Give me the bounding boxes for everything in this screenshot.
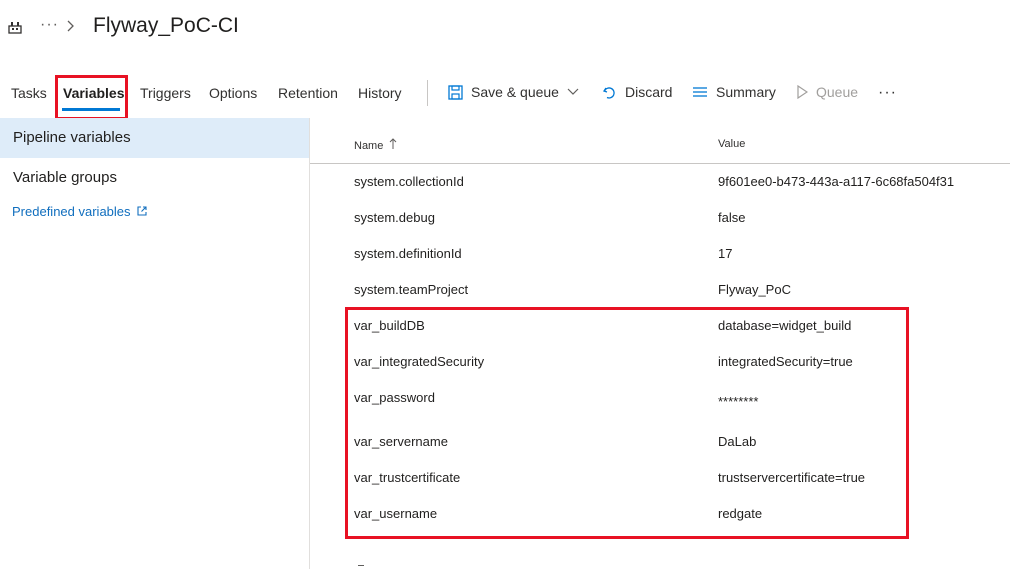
table-row[interactable]: var_username redgate: [310, 496, 1010, 532]
variable-value[interactable]: database=widget_build: [718, 318, 851, 333]
variable-value[interactable]: trustservercertificate=true: [718, 470, 865, 485]
variable-name[interactable]: system.definitionId: [354, 246, 462, 261]
variables-grid: Name Value system.collectionId 9f601ee0-…: [310, 118, 1010, 569]
table-row[interactable]: var_buildDB database=widget_build: [310, 308, 1010, 344]
variable-name[interactable]: var_buildDB: [354, 318, 425, 333]
queue-label: Queue: [816, 84, 859, 100]
chevron-down-icon[interactable]: [567, 88, 579, 96]
variable-name[interactable]: var_username: [354, 506, 437, 521]
variable-name[interactable]: var_servername: [354, 434, 448, 449]
breadcrumb-more-button[interactable]: ···: [40, 16, 59, 34]
variable-name[interactable]: system.teamProject: [354, 282, 468, 297]
tab-history[interactable]: History: [358, 85, 402, 101]
tab-tasks[interactable]: Tasks: [11, 85, 47, 101]
save-queue-label: Save & queue: [471, 84, 559, 100]
build-pipeline-icon: [8, 20, 22, 34]
table-row[interactable]: system.definitionId 17: [310, 236, 1010, 272]
variable-name[interactable]: system.debug: [354, 210, 435, 225]
save-icon: [448, 84, 463, 100]
variable-value[interactable]: Flyway_PoC: [718, 282, 791, 297]
variable-value[interactable]: redgate: [718, 506, 762, 521]
column-header-value[interactable]: Value: [718, 138, 745, 150]
predefined-variables-label: Predefined variables: [12, 204, 131, 219]
summary-label: Summary: [716, 84, 776, 100]
variable-value-secret[interactable]: ********: [718, 394, 758, 409]
column-value-label: Value: [718, 138, 746, 150]
grid-header: Name Value: [310, 118, 1010, 164]
nav-pipeline-variables[interactable]: Pipeline variables: [0, 118, 309, 158]
toolbar-divider: [427, 80, 428, 106]
page-title: Flyway_PoC-CI: [93, 14, 239, 37]
more-actions-icon[interactable]: ···: [878, 84, 897, 102]
save-queue-button[interactable]: Save & queue: [448, 84, 579, 100]
column-header-name[interactable]: Name: [354, 138, 397, 153]
toolbar: Tasks Variables Triggers Options Retenti…: [0, 72, 1010, 120]
variable-name[interactable]: var_password: [354, 390, 435, 405]
variable-name[interactable]: var_trustcertificate: [354, 470, 460, 485]
nav-variable-groups[interactable]: Variable groups: [0, 158, 309, 198]
undo-icon: [602, 85, 617, 100]
tab-options[interactable]: Options: [209, 85, 257, 101]
variable-name[interactable]: system.collectionId: [354, 174, 464, 189]
column-name-label: Name: [354, 139, 384, 152]
tab-triggers[interactable]: Triggers: [140, 85, 191, 101]
table-row[interactable]: var_servername DaLab: [310, 424, 1010, 460]
play-icon: [796, 85, 808, 99]
discard-button[interactable]: Discard: [602, 84, 672, 100]
chevron-right-icon: [66, 19, 76, 33]
table-row[interactable]: system.teamProject Flyway_PoC: [310, 272, 1010, 308]
header: ··· Flyway_PoC-CI: [0, 0, 1010, 60]
queue-button[interactable]: Queue: [796, 84, 858, 100]
discard-label: Discard: [625, 84, 673, 100]
table-row[interactable]: system.debug false: [310, 200, 1010, 236]
sort-ascending-icon: [389, 138, 397, 153]
variables-nav-panel: Pipeline variables Variable groups Prede…: [0, 118, 310, 569]
scroll-hint: [358, 565, 364, 566]
highlight-box-tab: [55, 75, 128, 120]
table-row[interactable]: var_integratedSecurity integratedSecurit…: [310, 344, 1010, 380]
external-link-icon: [136, 204, 147, 219]
variable-value[interactable]: 9f601ee0-b473-443a-a117-6c68fa504f31: [718, 174, 954, 189]
list-icon: [692, 85, 708, 99]
table-row[interactable]: system.collectionId 9f601ee0-b473-443a-a…: [310, 164, 1010, 200]
variable-value[interactable]: integratedSecurity=true: [718, 354, 853, 369]
variable-name[interactable]: var_integratedSecurity: [354, 354, 484, 369]
table-row[interactable]: var_trustcertificate trustservercertific…: [310, 460, 1010, 496]
summary-button[interactable]: Summary: [692, 84, 776, 100]
table-row[interactable]: var_password ********: [310, 380, 1010, 416]
variable-value[interactable]: false: [718, 210, 745, 225]
tab-retention[interactable]: Retention: [278, 85, 338, 101]
variable-value[interactable]: DaLab: [718, 434, 756, 449]
predefined-variables-link[interactable]: Predefined variables: [12, 204, 147, 219]
variable-value[interactable]: 17: [718, 246, 732, 261]
